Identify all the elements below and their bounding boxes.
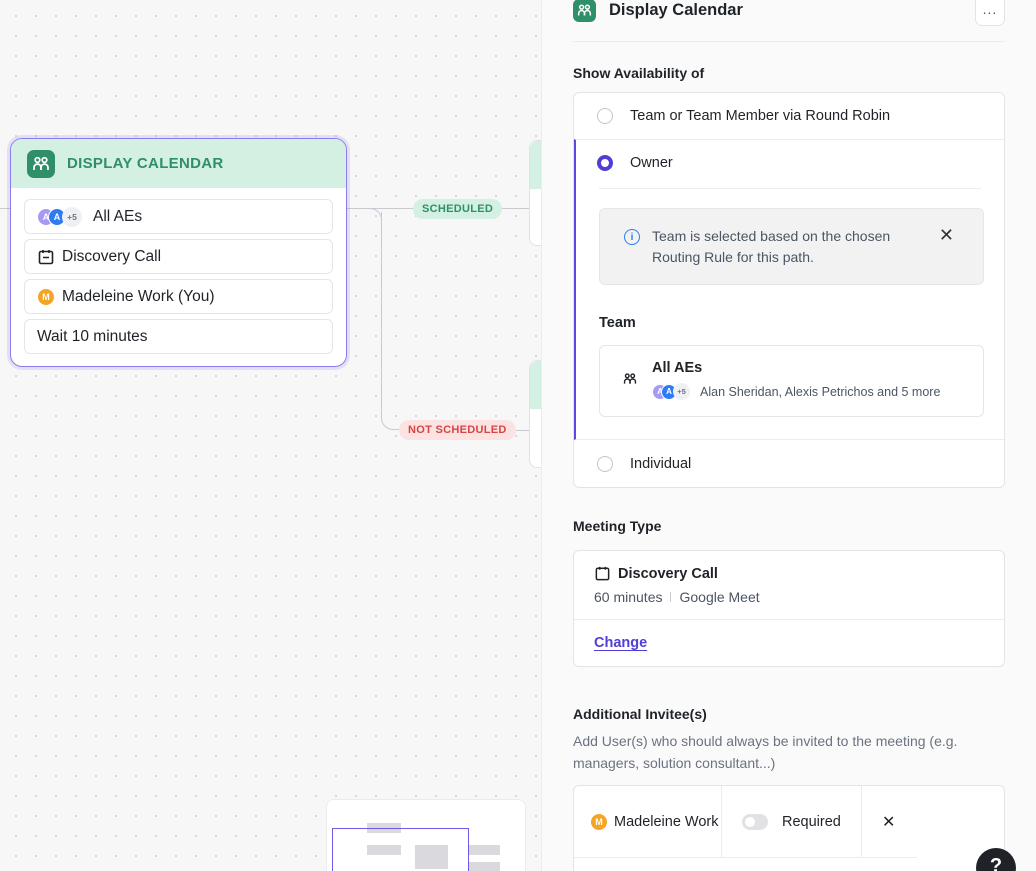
edge-scheduled-line <box>347 208 413 209</box>
help-icon: ? <box>989 855 1003 871</box>
more-avatars-count: +5 <box>673 383 690 400</box>
node-meeting-label: Discovery Call <box>62 247 162 265</box>
not-scheduled-edge-label[interactable]: NOT SCHEDULED <box>399 420 516 440</box>
required-toggle[interactable] <box>742 814 768 830</box>
avatar: M <box>590 813 608 831</box>
calendar-icon <box>594 565 611 582</box>
invitee-name: Madeleine Work <box>614 814 719 830</box>
required-toggle-cell[interactable]: Required <box>742 786 841 858</box>
edge-branch-vertical <box>381 212 382 418</box>
node-row-wait[interactable]: Wait 10 minutes <box>24 319 333 354</box>
minimap[interactable] <box>326 799 526 871</box>
close-icon[interactable]: ✕ <box>939 225 954 246</box>
node-header: DISPLAY CALENDAR <box>11 139 346 188</box>
panel-header: Display Calendar ... <box>573 0 1005 42</box>
option-individual-label: Individual <box>630 456 692 472</box>
edge-scheduled-right <box>502 208 530 209</box>
team-label: Team <box>599 315 636 331</box>
more-options-button[interactable]: ... <box>975 0 1005 26</box>
avatar: M <box>37 287 55 306</box>
edge-not-scheduled-right <box>516 430 530 431</box>
option-individual[interactable]: Individual <box>574 441 1004 487</box>
node-team-label: All AEs <box>93 207 143 225</box>
next-node-scheduled[interactable] <box>529 140 541 246</box>
radio-round-robin[interactable] <box>597 108 613 124</box>
node-owner-label: Madeleine Work (You) <box>62 287 215 305</box>
edge-branch-curve-top <box>365 208 382 222</box>
minimap-block <box>468 845 500 855</box>
remove-invitee-button[interactable]: ✕ <box>882 786 895 858</box>
option-owner-expanded: Owner i Team is selected based on the ch… <box>574 139 1004 440</box>
node-title: DISPLAY CALENDAR <box>67 155 224 172</box>
more-avatars-count: +5 <box>62 206 82 227</box>
team-members: A A +5 Alan Sheridan, Alexis Petrichos a… <box>652 383 940 400</box>
availability-options: Team or Team Member via Round Robin Owne… <box>573 92 1005 488</box>
additional-invitees-description: Add User(s) who should always be invited… <box>573 733 958 771</box>
option-round-robin[interactable]: Team or Team Member via Round Robin <box>574 93 1004 139</box>
minimap-block <box>468 862 500 871</box>
team-icon <box>27 149 55 178</box>
scheduled-edge-label[interactable]: SCHEDULED <box>413 199 503 219</box>
info-banner: i Team is selected based on the chosen R… <box>599 208 984 285</box>
availability-section-label: Show Availability of <box>573 65 705 81</box>
team-card[interactable]: All AEs A A +5 Alan Sheridan, Alexis Pet… <box>599 345 984 417</box>
node-row-meeting[interactable]: Discovery Call <box>24 239 333 274</box>
panel-title: Display Calendar <box>609 1 743 19</box>
meeting-type-label: Meeting Type <box>573 518 662 534</box>
additional-invitees-label: Additional Invitee(s) <box>573 706 707 722</box>
option-owner[interactable]: Owner <box>576 140 1004 186</box>
node-row-owner[interactable]: M Madeleine Work (You) <box>24 279 333 314</box>
team-members-text: Alan Sheridan, Alexis Petrichos and 5 mo… <box>700 384 941 399</box>
more-icon: ... <box>982 1 998 17</box>
node-wait-label: Wait 10 minutes <box>37 327 148 345</box>
required-label: Required <box>782 814 841 830</box>
info-icon: i <box>624 229 640 245</box>
edge-branch-curve <box>381 410 399 430</box>
radio-individual[interactable] <box>597 456 613 472</box>
invitee-user[interactable]: M Madeleine Work <box>590 786 723 858</box>
calendar-icon <box>37 248 55 266</box>
team-icon <box>623 372 637 391</box>
info-text: Team is selected based on the chosen Rou… <box>652 228 891 265</box>
separator <box>670 592 672 602</box>
divider <box>599 188 981 189</box>
meeting-provider: Google Meet <box>679 589 760 605</box>
radio-owner[interactable] <box>597 155 613 171</box>
meeting-duration: 60 minutes <box>594 589 663 605</box>
meeting-type-name: Discovery Call <box>618 565 718 582</box>
minimap-viewport[interactable] <box>332 828 469 871</box>
workflow-canvas[interactable]: SCHEDULED NOT SCHEDULED DISPLAY CALENDAR… <box>0 0 541 871</box>
divider <box>721 786 722 858</box>
divider <box>861 786 862 858</box>
properties-panel: Display Calendar ... Show Availability o… <box>541 0 1036 871</box>
display-calendar-node[interactable]: DISPLAY CALENDAR A A +5 All AEs Discover… <box>10 138 347 367</box>
option-round-robin-label: Team or Team Member via Round Robin <box>630 108 891 124</box>
change-meeting-type-link[interactable]: Change <box>594 635 647 651</box>
team-icon <box>573 0 596 22</box>
team-name: All AEs <box>652 360 703 376</box>
close-icon: ✕ <box>882 814 896 831</box>
invitee-row: M Madeleine Work Required ✕ <box>573 785 1005 871</box>
divider <box>574 857 917 858</box>
option-owner-label: Owner <box>630 155 673 171</box>
meeting-type-card: Discovery Call 60 minutes Google Meet Ch… <box>573 550 1005 667</box>
edge-left-stub <box>0 208 10 209</box>
next-node-not-scheduled[interactable] <box>529 360 541 468</box>
node-row-team[interactable]: A A +5 All AEs <box>24 199 333 234</box>
